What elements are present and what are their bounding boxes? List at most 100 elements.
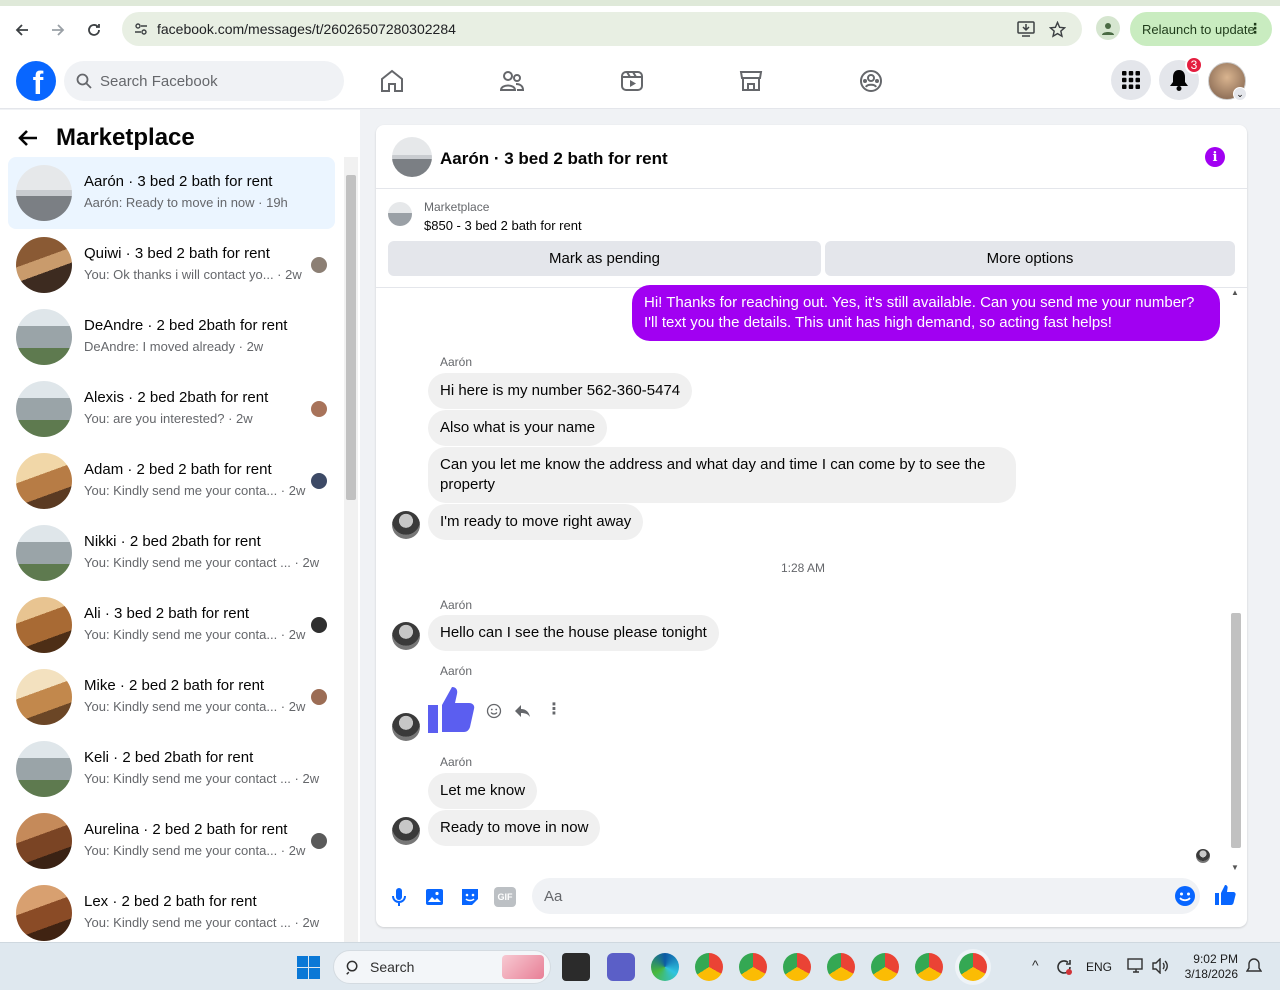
chat-title[interactable]: Aarón · 3 bed 2 bath for rent [440,149,668,169]
marketplace-label: Marketplace [424,200,490,214]
mark-as-pending-button[interactable]: Mark as pending [388,241,821,276]
scroll-up-icon[interactable]: ▲ [1231,288,1239,297]
sync-icon[interactable] [1055,958,1073,976]
conversation-item[interactable]: Ali · 3 bed 2 bath for rent You: Kindly … [8,589,335,661]
chrome-icon[interactable] [739,953,767,981]
video-icon[interactable] [619,68,645,94]
chrome-icon[interactable] [827,953,855,981]
site-settings-icon[interactable] [134,22,148,36]
teams-icon[interactable] [607,953,635,981]
incoming-message[interactable]: Let me know [428,773,538,809]
conversation-item[interactable]: Nikki · 2 bed 2bath for rent You: Kindly… [8,517,335,589]
url-text: facebook.com/messages/t/2602650728030228… [157,21,456,37]
scrollbar-thumb[interactable] [1231,613,1241,848]
more-options-button[interactable]: More options [825,241,1235,276]
scroll-down-icon[interactable]: ▼ [1231,863,1239,872]
bookmark-star-icon[interactable] [1049,21,1066,38]
windows-start-icon[interactable] [297,956,320,979]
notifications-button[interactable]: 3 [1159,56,1203,100]
sender-avatar[interactable] [392,713,420,741]
more-actions-icon[interactable]: ⋮ [546,699,562,719]
back-arrow-icon[interactable] [18,129,38,147]
message-input[interactable] [532,878,1200,914]
facebook-logo-icon[interactable]: f [16,61,56,101]
incoming-message[interactable]: Hello can I see the house please tonight [428,615,719,651]
friends-icon[interactable] [499,68,525,94]
network-icon[interactable] [1127,958,1145,974]
listing-thumbnail[interactable] [392,137,432,177]
groups-icon[interactable] [858,68,884,94]
edge-icon[interactable] [651,953,679,981]
conversation-item[interactable]: Mike · 2 bed 2 bath for rent You: Kindly… [8,661,335,733]
account-avatar[interactable]: ⌄ [1208,62,1247,101]
react-emoji-icon[interactable] [486,703,502,719]
like-icon[interactable] [1213,883,1237,907]
sender-avatar[interactable] [392,817,420,845]
conversation-preview: You: Kindly send me your contact ... · 2… [84,555,320,570]
conversation-item[interactable]: Quiwi · 3 bed 2 bath for rent You: Ok th… [8,229,335,301]
outgoing-message[interactable]: Hi! Thanks for reaching out. Yes, it's s… [632,285,1220,341]
conversation-preview: You: Kindly send me your contact ... · 2… [84,915,320,930]
relaunch-button[interactable]: Relaunch to update ⋮ [1130,12,1272,46]
back-arrow-icon[interactable] [8,16,36,44]
conversation-item[interactable]: DeAndre · 2 bed 2bath for rent DeAndre: … [8,301,335,373]
marketplace-icon[interactable] [738,68,764,94]
conversation-item[interactable]: Lex · 2 bed 2 bath for rent You: Kindly … [8,877,335,949]
install-app-icon[interactable] [1017,21,1035,37]
conversation-item[interactable]: Adam · 2 bed 2 bath for rent You: Kindly… [8,445,335,517]
volume-icon[interactable] [1151,958,1169,974]
search-highlight-icon [502,955,544,979]
microphone-icon[interactable] [387,885,411,909]
chrome-icon[interactable] [695,953,723,981]
sender-name: Aarón [440,664,473,678]
photo-icon[interactable] [422,885,446,909]
chrome-icon[interactable] [871,953,899,981]
incoming-message[interactable]: Ready to move in now [428,810,601,846]
thumbs-up-sticker-icon[interactable] [426,683,478,735]
sticker-icon[interactable] [458,885,482,909]
chevron-up-icon[interactable]: ^ [1032,957,1039,973]
notifications-center-icon[interactable] [1246,958,1262,974]
chrome-icon[interactable] [959,953,987,981]
system-clock[interactable]: 9:02 PM 3/18/2026 [1180,952,1238,982]
sidebar-scrollbar[interactable] [344,157,358,942]
listing-thumbnail [16,525,72,581]
sender-avatar[interactable] [392,511,420,539]
forward-arrow-icon[interactable] [44,16,72,44]
listing-thumbnail [16,813,72,869]
listing-price[interactable]: $850 - 3 bed 2 bath for rent [424,218,582,233]
chrome-icon[interactable] [783,953,811,981]
incoming-message[interactable]: I'm ready to move right away [428,504,644,540]
taskbar-search[interactable]: Search [333,950,551,984]
seen-avatar [311,401,327,417]
conversation-item[interactable]: Aarón · 3 bed 2 bath for rent Aarón: Rea… [8,157,335,229]
chrome-icon[interactable] [915,953,943,981]
reply-icon[interactable] [514,703,531,719]
search-input[interactable] [100,61,330,101]
chat-scrollbar[interactable]: ▲ ▼ [1229,288,1243,872]
reload-icon[interactable] [80,16,108,44]
sidebar-title: Marketplace [56,124,195,151]
sender-avatar[interactable] [392,622,420,650]
home-icon[interactable] [379,68,405,94]
profile-icon[interactable] [1096,16,1120,40]
search-box[interactable] [64,61,344,101]
incoming-message[interactable]: Hi here is my number 562-360-5474 [428,373,693,409]
conversation-item[interactable]: Alexis · 2 bed 2bath for rent You: are y… [8,373,335,445]
task-view-icon[interactable] [562,953,590,981]
listing-thumbnail [388,202,412,226]
gif-icon[interactable]: GIF [494,887,516,907]
address-bar[interactable]: facebook.com/messages/t/2602650728030228… [122,12,1082,46]
language-indicator[interactable]: ENG [1086,960,1112,974]
menu-grid-button[interactable] [1111,60,1151,100]
relaunch-label: Relaunch to update [1142,21,1255,37]
conversation-item[interactable]: Aurelina · 2 bed 2 bath for rent You: Ki… [8,805,335,877]
incoming-message[interactable]: Also what is your name [428,410,608,446]
scrollbar-thumb[interactable] [346,175,356,500]
incoming-message[interactable]: Can you let me know the address and what… [428,447,1016,503]
conversation-item[interactable]: Keli · 2 bed 2bath for rent You: Kindly … [8,733,335,805]
sidebar-header: Marketplace [18,124,195,152]
info-icon[interactable]: i [1205,147,1225,167]
emoji-icon[interactable] [1173,884,1197,908]
notification-badge: 3 [1185,56,1203,74]
